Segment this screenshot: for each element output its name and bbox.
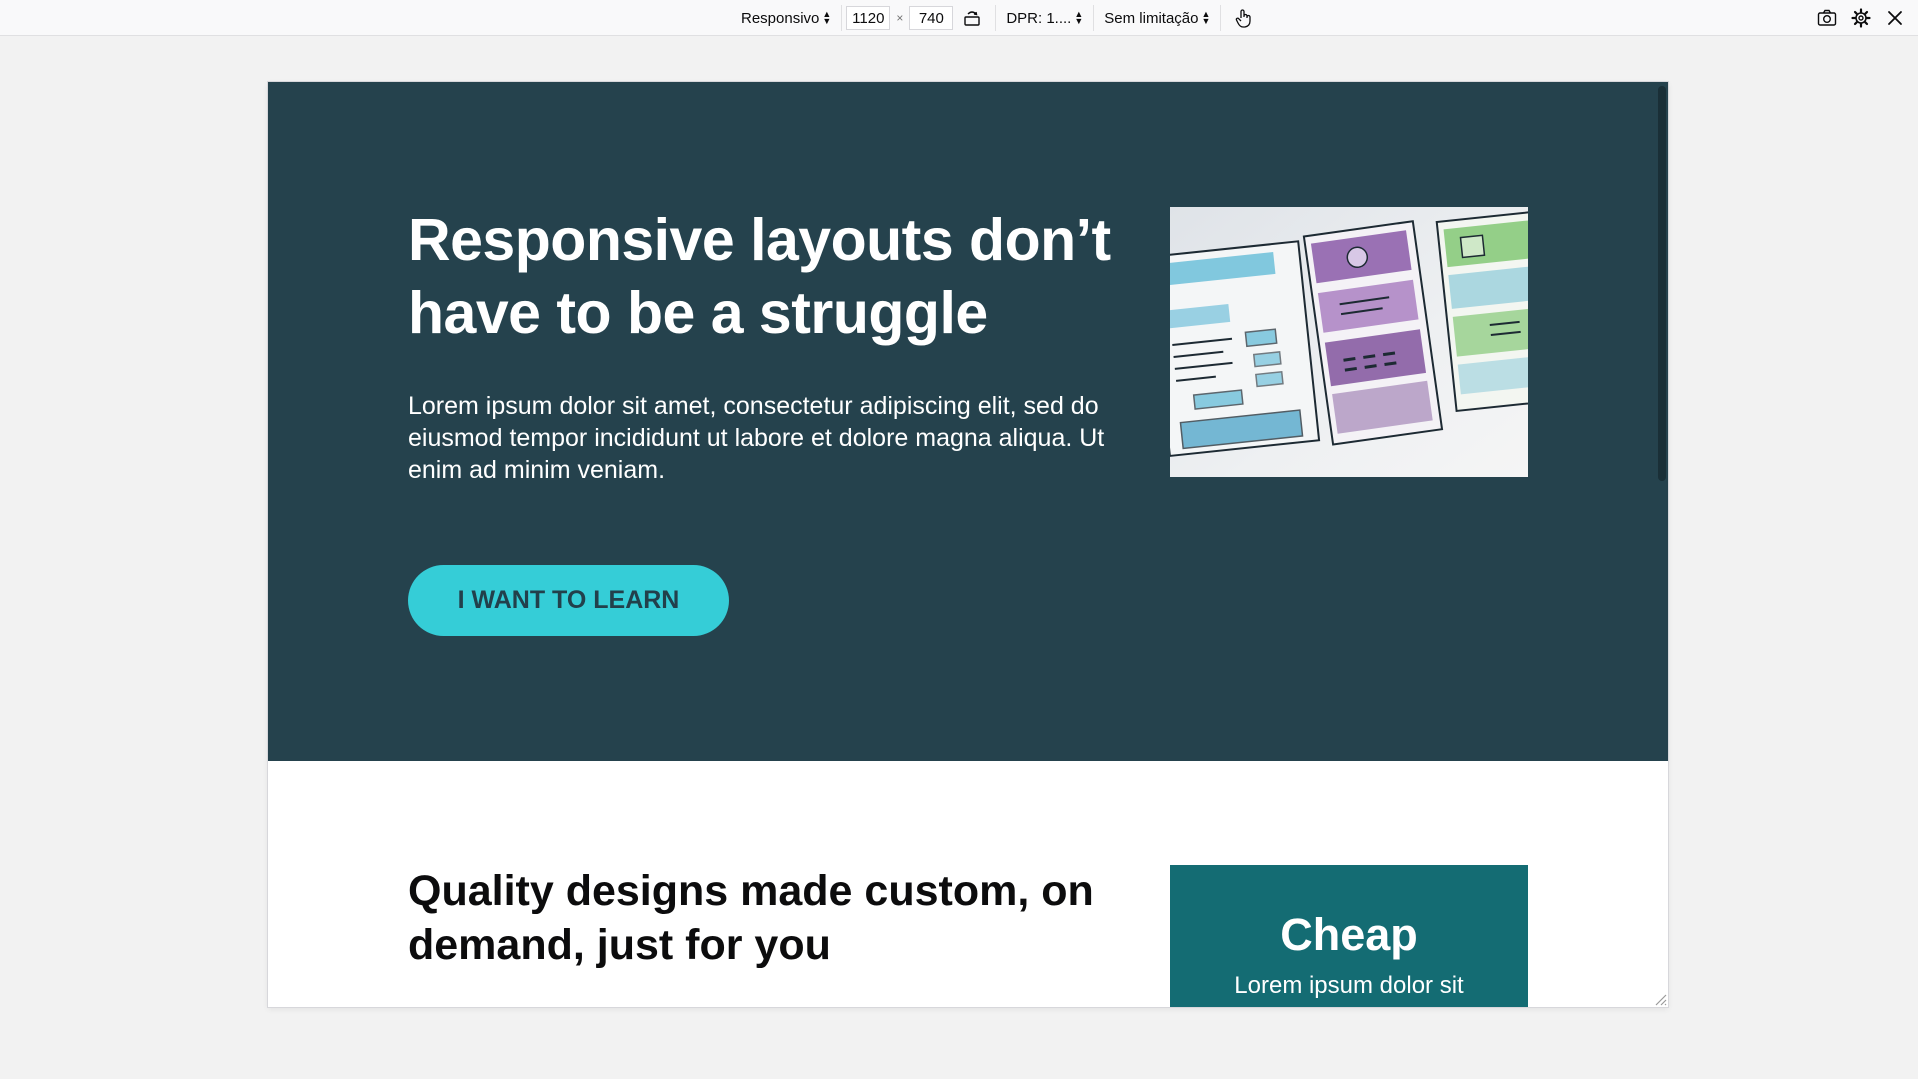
toolbar-controls: Responsivo ▲▼ × DPR: 1.... ▲▼ Sem limita…: [735, 0, 1263, 36]
viewport-height-input[interactable]: [909, 6, 954, 30]
toolbar-right-actions: [1810, 0, 1912, 36]
screenshot-button[interactable]: [1812, 3, 1842, 33]
viewport-width-input[interactable]: [846, 6, 891, 30]
dpr-select[interactable]: DPR: 1.... ▲ ▼: [1000, 0, 1089, 36]
responsive-design-toolbar: Responsivo ▲▼ × DPR: 1.... ▲▼ Sem limita…: [0, 0, 1918, 36]
card-text: Lorem ipsum dolor sit: [1234, 972, 1464, 999]
wireframe-sketch-image: [1170, 207, 1528, 477]
settings-button[interactable]: [1846, 3, 1876, 33]
touch-simulation-icon: [1236, 9, 1252, 28]
wireframe-sketch-illustration: [1170, 207, 1528, 477]
network-throttle-select[interactable]: Sem limitação ▲ ▼: [1098, 0, 1216, 36]
hero-title: Responsive layouts don’t have to be a st…: [408, 207, 1111, 346]
device-select[interactable]: Responsivo ▲ ▼: [735, 0, 837, 36]
close-icon: [1888, 11, 1902, 25]
rotate-viewport-icon: [964, 11, 981, 26]
select-arrows-icon: ▲ ▼: [1074, 9, 1084, 26]
viewport-resize-handle[interactable]: [1651, 990, 1667, 1006]
select-arrows-icon: ▲ ▼: [1201, 9, 1211, 26]
rotate-viewport-button[interactable]: [957, 3, 987, 33]
toolbar-divider: [1220, 5, 1222, 31]
toolbar-divider: [1093, 5, 1095, 31]
dimension-separator: ×: [896, 11, 904, 25]
close-button[interactable]: [1880, 3, 1910, 33]
touch-simulation-button[interactable]: [1229, 3, 1259, 33]
hero-description: Lorem ipsum dolor sit amet, consectetur …: [408, 392, 1105, 484]
scrollbar-thumb[interactable]: [1658, 86, 1666, 481]
toolbar-divider: [841, 5, 843, 31]
gear-icon: [1851, 8, 1871, 28]
section-title: Quality designs made custom, on demand, …: [408, 867, 1094, 969]
throttle-select-label: Sem limitação: [1104, 9, 1199, 27]
responsive-viewport: Responsive layouts don’t have to be a st…: [268, 82, 1668, 1007]
card-title: Cheap: [1280, 909, 1418, 960]
screenshot-icon: [1817, 9, 1837, 26]
toolbar-divider: [995, 5, 997, 31]
dpr-select-label: DPR: 1....: [1006, 9, 1072, 27]
learn-button[interactable]: I WANT TO LEARN: [408, 565, 729, 636]
device-select-label: Responsivo: [741, 9, 820, 27]
select-arrows-icon: ▲ ▼: [822, 9, 832, 26]
hero-section: Responsive layouts don’t have to be a st…: [268, 82, 1668, 761]
pricing-card-cheap: Cheap Lorem ipsum dolor sit: [1170, 865, 1528, 1007]
